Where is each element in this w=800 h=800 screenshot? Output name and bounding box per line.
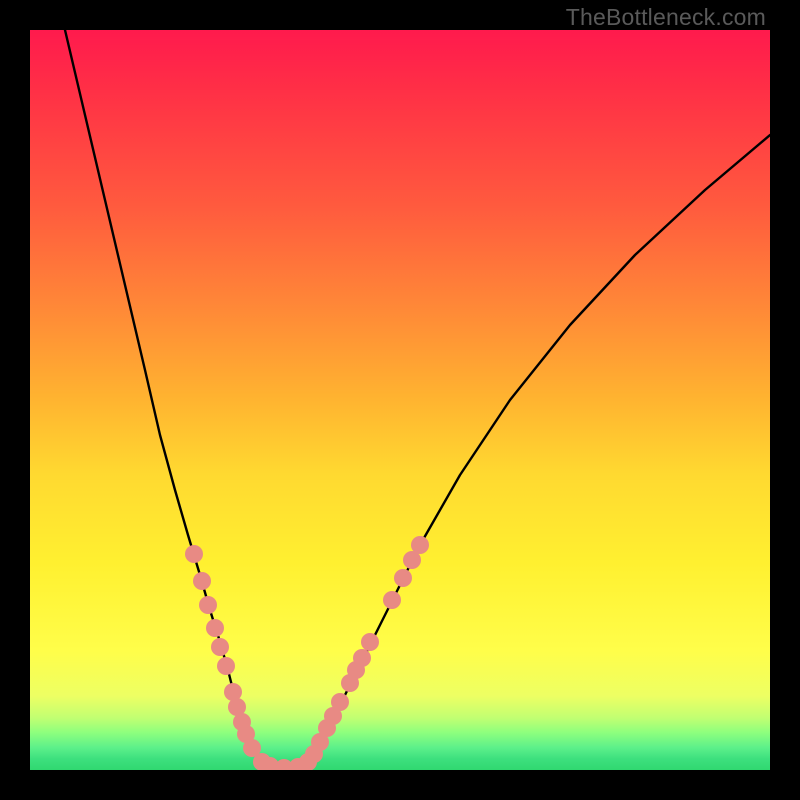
highlight-point xyxy=(193,572,211,590)
highlight-point xyxy=(206,619,224,637)
highlight-point xyxy=(411,536,429,554)
curve-group xyxy=(65,30,770,768)
highlight-point xyxy=(394,569,412,587)
plot-area xyxy=(30,30,770,770)
watermark-text: TheBottleneck.com xyxy=(566,4,766,31)
highlight-point xyxy=(185,545,203,563)
chart-overlay xyxy=(30,30,770,770)
highlight-point xyxy=(211,638,229,656)
highlight-point xyxy=(199,596,217,614)
highlight-point xyxy=(361,633,379,651)
highlight-point xyxy=(331,693,349,711)
highlight-point xyxy=(383,591,401,609)
chart-frame: TheBottleneck.com xyxy=(0,0,800,800)
highlight-point xyxy=(353,649,371,667)
bottleneck-curve xyxy=(65,30,770,768)
marker-group xyxy=(185,536,429,770)
highlight-point xyxy=(217,657,235,675)
